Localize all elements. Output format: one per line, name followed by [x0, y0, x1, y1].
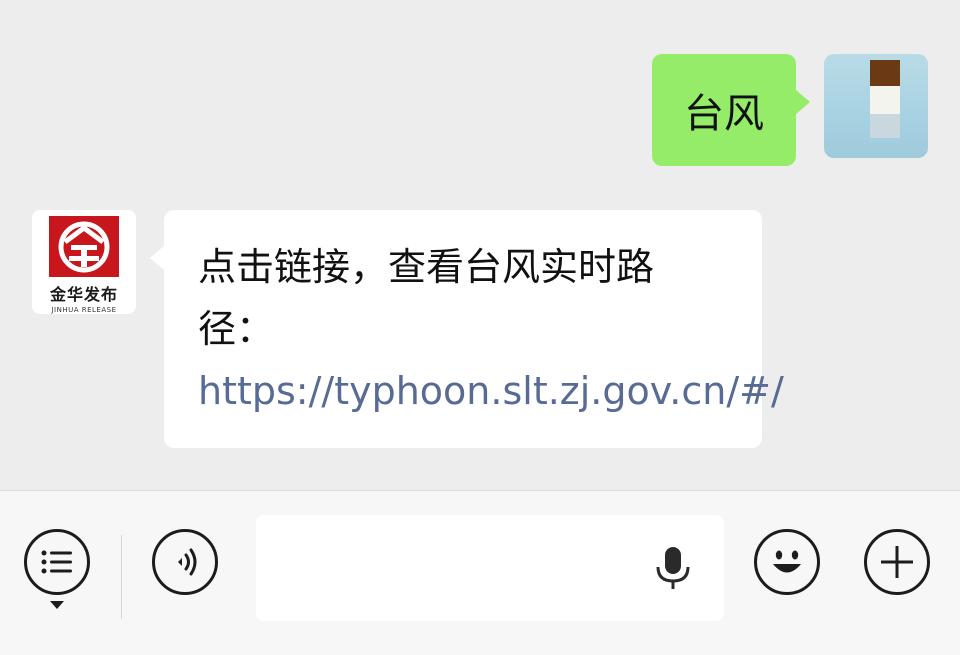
voice-icon — [178, 548, 197, 576]
input-bar — [0, 490, 960, 655]
emoji-button[interactable] — [754, 529, 820, 595]
logo-subtitle: JINHUA RELEASE — [51, 306, 117, 314]
jinhua-release-logo-icon — [49, 216, 119, 277]
menu-icon — [41, 550, 72, 574]
menu-expand-arrow-icon — [50, 601, 64, 609]
emoji-icon — [773, 550, 801, 573]
input-divider — [121, 535, 122, 619]
more-button[interactable] — [864, 529, 930, 595]
menu-button[interactable] — [24, 529, 90, 595]
logo-name: 金华发布 — [49, 285, 118, 304]
typhoon-link[interactable]: https://typhoon.slt.zj.gov.cn/#/ — [198, 369, 784, 413]
my-avatar[interactable] — [824, 54, 928, 158]
outgoing-message-row: 台风 — [652, 54, 928, 166]
voice-mode-button[interactable] — [152, 529, 218, 595]
incoming-message-text: 点击链接，查看台风实时路径： — [198, 245, 655, 351]
outgoing-message-bubble[interactable]: 台风 — [652, 54, 810, 166]
outgoing-message-text: 台风 — [684, 91, 764, 137]
incoming-message-row: 金华发布 JINHUA RELEASE 点击链接，查看台风实时路径： https:… — [32, 210, 784, 448]
chat-area: 台风 金华发布 JINHUA RELEASE 点击链接，查看台风实时路径： htt… — [0, 0, 960, 490]
sender-avatar[interactable]: 金华发布 JINHUA RELEASE — [32, 210, 136, 314]
plus-icon — [881, 546, 913, 578]
incoming-message-bubble[interactable]: 点击链接，查看台风实时路径： https://typhoon.slt.zj.gov… — [150, 210, 784, 448]
microphone-icon[interactable] — [652, 545, 694, 591]
